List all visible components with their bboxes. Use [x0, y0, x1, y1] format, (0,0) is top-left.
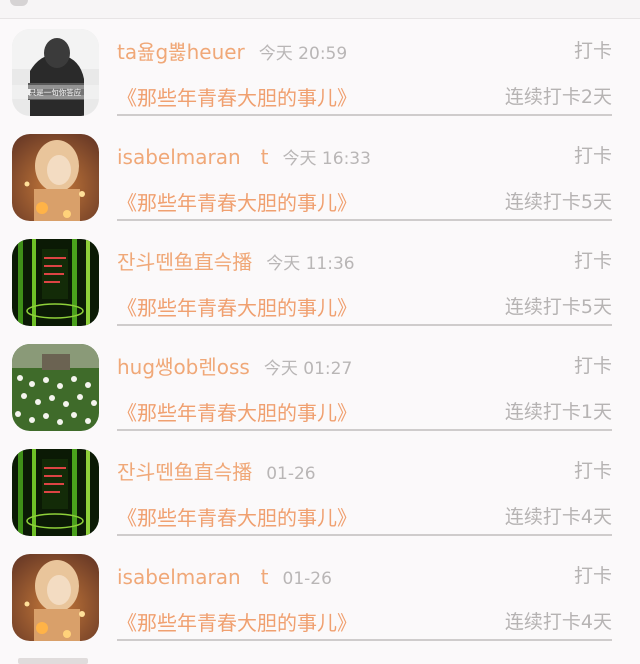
list-item[interactable]: 잔斗뗀鱼直슥播 01-26 打卡 《那些年青春大胆的事儿》 连续打卡4天	[0, 439, 640, 544]
user-name-text[interactable]: isabelmaran t	[117, 565, 269, 589]
user-name[interactable]: 잔斗뗀鱼直슥播 今天 11:36	[117, 246, 355, 275]
user-name-text[interactable]: isabelmaran t	[117, 145, 269, 169]
checkin-button[interactable]: 打卡	[574, 36, 612, 63]
list-item[interactable]: 只是一句你答应 ta욢g뽏heuer 今天 20:59 打卡 《那些年青春大胆的事…	[0, 19, 640, 124]
avatar-photo-flower-field	[12, 344, 99, 431]
avatar[interactable]	[12, 554, 99, 641]
user-name[interactable]: hug쌩ob렌oss 今天 01:27	[117, 351, 352, 380]
avatar[interactable]	[12, 344, 99, 431]
user-name[interactable]: isabelmaran t 今天 16:33	[117, 141, 371, 170]
avatar[interactable]: 只是一句你答应	[12, 29, 99, 116]
streak-label: 连续打卡5天	[504, 296, 612, 318]
checkin-button[interactable]: 打卡	[574, 456, 612, 483]
checkin-button[interactable]: 打卡	[574, 141, 612, 168]
avatar-photo-girl-lights	[12, 554, 99, 641]
book-title[interactable]: 《那些年青春大胆的事儿》	[117, 397, 357, 426]
list-item[interactable]: isabelmaran t 01-26 打卡 《那些年青春大胆的事儿》 连续打卡4…	[0, 544, 640, 649]
book-title[interactable]: 《那些年青春大胆的事儿》	[117, 502, 357, 531]
list-item[interactable]: 잔斗뗀鱼直슥播 今天 11:36 打卡 《那些年青春大胆的事儿》 连续打卡5天	[0, 229, 640, 334]
list-item[interactable]: hug쌩ob렌oss 今天 01:27 打卡 《那些年青春大胆的事儿》 连续打卡1…	[0, 334, 640, 439]
avatar[interactable]	[12, 239, 99, 326]
avatar[interactable]	[12, 134, 99, 221]
divider	[117, 534, 612, 536]
divider	[117, 219, 612, 221]
svg-text:只是一句你答应: 只是一句你答应	[29, 87, 82, 97]
user-name-text[interactable]: ta욢g뽏heuer	[117, 40, 245, 64]
divider	[117, 114, 612, 116]
book-title[interactable]: 《那些年青春大胆的事儿》	[117, 187, 357, 216]
timestamp: 今天 11:36	[266, 254, 355, 274]
user-name-text[interactable]: 잔斗뗀鱼直슥播	[117, 460, 252, 484]
book-title[interactable]: 《那些年青春大胆的事儿》	[117, 607, 357, 636]
book-title[interactable]: 《那些年青春大胆的事儿》	[117, 82, 357, 111]
divider	[117, 324, 612, 326]
user-name-text[interactable]: hug쌩ob렌oss	[117, 355, 250, 379]
user-name[interactable]: 잔斗뗀鱼直슥播 01-26	[117, 456, 316, 485]
top-bar-edge	[10, 0, 28, 6]
list-item[interactable]: isabelmaran t 今天 16:33 打卡 《那些年青春大胆的事儿》 连续…	[0, 124, 640, 229]
checkin-button[interactable]: 打卡	[574, 246, 612, 273]
avatar-photo-green-bamboo	[12, 449, 99, 536]
streak-label: 连续打卡4天	[504, 506, 612, 528]
user-name-text[interactable]: 잔斗뗀鱼直슥播	[117, 250, 252, 274]
streak-label: 连续打卡4天	[504, 611, 612, 633]
timestamp: 今天 20:59	[258, 44, 348, 64]
timestamp: 01-26	[282, 569, 332, 589]
avatar-photo-green-bamboo	[12, 239, 99, 326]
checkin-button[interactable]: 打卡	[574, 561, 612, 588]
avatar-photo-man-sweater: 只是一句你答应	[12, 29, 99, 116]
checkin-list: 只是一句你答应 ta욢g뽏heuer 今天 20:59 打卡 《那些年青春大胆的事…	[0, 19, 640, 649]
top-bar	[0, 0, 640, 19]
user-name[interactable]: ta욢g뽏heuer 今天 20:59	[117, 36, 347, 65]
user-name[interactable]: isabelmaran t 01-26	[117, 561, 332, 590]
streak-label: 连续打卡5天	[504, 191, 612, 213]
timestamp: 今天 01:27	[263, 359, 353, 379]
streak-label: 连续打卡1天	[504, 401, 612, 423]
timestamp: 今天 16:33	[282, 149, 371, 169]
checkin-button[interactable]: 打卡	[574, 351, 612, 378]
divider	[117, 429, 612, 431]
avatar[interactable]	[12, 449, 99, 536]
avatar-photo-girl-lights	[12, 134, 99, 221]
divider	[117, 639, 612, 641]
streak-label: 连续打卡2天	[504, 86, 612, 108]
timestamp: 01-26	[266, 464, 316, 484]
next-item-edge	[18, 658, 88, 664]
book-title[interactable]: 《那些年青春大胆的事儿》	[117, 292, 357, 321]
